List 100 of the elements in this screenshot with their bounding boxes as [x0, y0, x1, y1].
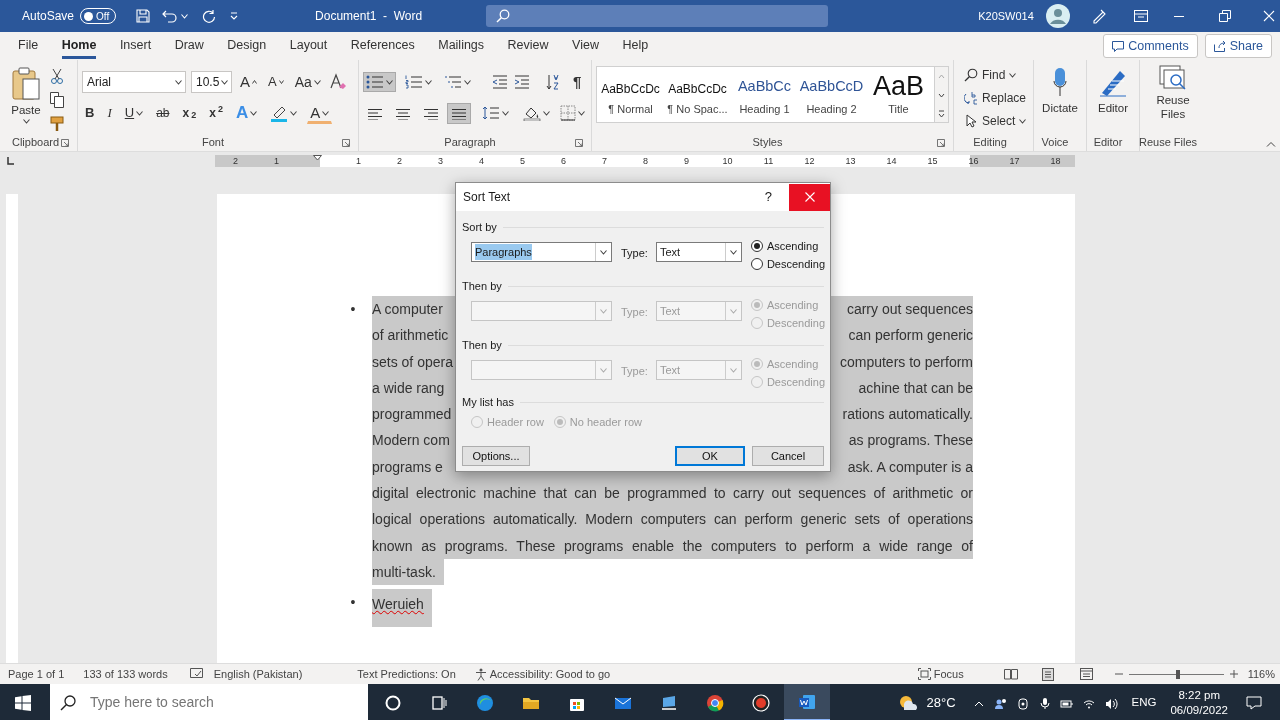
dialog-button[interactable]: OK — [675, 446, 745, 466]
alignment-button[interactable] — [447, 102, 471, 124]
taskbar-search-bar[interactable]: Type here to search — [50, 684, 368, 720]
caret-icon[interactable] — [464, 79, 471, 85]
dialog-launcher-icon[interactable] — [575, 139, 583, 147]
underline-button[interactable]: U — [121, 102, 147, 124]
help-button[interactable]: ? — [764, 187, 772, 207]
read-mode-icon[interactable] — [1003, 668, 1018, 680]
menu-tab[interactable]: Review — [507, 33, 549, 59]
text-predictions-status[interactable]: Text Predictions: On — [357, 665, 456, 683]
font-color-button[interactable]: A — [307, 102, 333, 124]
clock[interactable]: 8:22 pm 06/09/2022 — [1170, 687, 1228, 718]
shrink-font-button[interactable]: A — [265, 71, 287, 93]
caret-icon[interactable] — [729, 249, 737, 255]
cortana-icon[interactable] — [384, 693, 402, 712]
sort-key-dropdown[interactable]: Paragraphs — [471, 242, 612, 262]
input-language[interactable]: ENG — [1131, 693, 1157, 712]
style-option[interactable]: AaBbCc Heading 1 — [731, 67, 798, 122]
undo-icon[interactable] — [162, 9, 179, 23]
dialog-button[interactable]: Cancel — [752, 446, 824, 466]
caret-icon[interactable] — [250, 110, 258, 116]
caret-icon[interactable] — [175, 79, 182, 85]
accessibility-status[interactable]: Accessibility: Good to go — [489, 665, 611, 683]
caret-icon[interactable] — [290, 110, 298, 116]
dialog-launcher-icon[interactable] — [342, 139, 350, 147]
grow-font-button[interactable]: A — [237, 71, 260, 93]
clear-formatting-icon[interactable] — [328, 73, 347, 91]
notifications-icon[interactable] — [1246, 694, 1262, 711]
caret-icon[interactable] — [22, 119, 30, 124]
radio-label[interactable]: Ascending — [766, 237, 819, 255]
menu-tab[interactable]: Design — [227, 33, 267, 59]
decrease-indent-icon[interactable] — [492, 75, 508, 89]
caret-icon[interactable] — [578, 110, 585, 116]
borders-button[interactable] — [557, 102, 588, 124]
subscript-button[interactable]: x$_{2}$ — [179, 102, 200, 124]
cut-icon[interactable] — [50, 68, 64, 84]
monitor-icon[interactable] — [660, 693, 678, 712]
caret-icon[interactable] — [600, 249, 607, 255]
caret-icon[interactable] — [1009, 72, 1017, 78]
record-icon[interactable] — [752, 693, 770, 712]
caret-icon[interactable] — [313, 79, 321, 85]
bullets-button[interactable] — [363, 72, 396, 92]
zoom-level[interactable]: 116% — [1247, 665, 1275, 683]
menu-tab[interactable]: Mailings — [438, 33, 485, 59]
reuse-files-button[interactable]: Reuse Files — [1148, 62, 1198, 134]
close-button[interactable] — [789, 183, 830, 211]
redo-icon[interactable] — [202, 9, 217, 23]
focus-icon[interactable] — [917, 668, 931, 680]
strikethrough-button[interactable]: ab — [153, 102, 173, 124]
caret-icon[interactable] — [221, 79, 228, 85]
italic-button[interactable]: I — [104, 102, 115, 124]
style-option[interactable]: AaB Title — [865, 67, 932, 122]
weather-icon[interactable] — [898, 693, 919, 712]
radio-label[interactable]: Descending — [766, 255, 825, 273]
temperature[interactable]: 28°C — [926, 692, 956, 713]
chrome-icon[interactable] — [706, 693, 724, 712]
menu-tab[interactable]: Insert — [119, 33, 152, 59]
close-icon[interactable] — [1262, 10, 1275, 22]
menu-tab[interactable]: Layout — [289, 33, 328, 59]
web-layout-icon[interactable] — [1079, 668, 1093, 680]
language-status[interactable]: English (Pakistan) — [213, 665, 303, 683]
zoom-slider-thumb[interactable] — [1176, 669, 1181, 679]
paste-button[interactable]: Paste — [8, 66, 44, 134]
word-app-icon[interactable] — [798, 692, 816, 711]
change-case-button[interactable]: Aa — [291, 71, 324, 93]
save-icon[interactable] — [136, 9, 151, 23]
word-count[interactable]: 133 of 133 words — [83, 665, 168, 683]
bold-button[interactable]: B — [82, 102, 98, 124]
avatar-icon[interactable] — [1045, 4, 1070, 28]
focus-button[interactable]: Focus — [933, 665, 964, 683]
task-view-icon[interactable] — [430, 693, 448, 712]
superscript-button[interactable]: x$^{2}$ — [206, 102, 226, 124]
radio-button[interactable] — [750, 258, 763, 270]
customize-icon[interactable] — [230, 12, 239, 20]
page-count[interactable]: Page 1 of 1 — [8, 665, 65, 683]
menu-tab[interactable]: View — [572, 33, 599, 59]
windows-logo-icon[interactable] — [15, 694, 31, 711]
menu-tab[interactable]: Draw — [174, 33, 204, 59]
select-button[interactable]: Select — [961, 110, 1029, 132]
increase-indent-icon[interactable] — [514, 75, 530, 89]
ribbon-display-icon[interactable] — [1133, 10, 1148, 22]
camera-icon[interactable] — [1015, 695, 1030, 710]
caret-icon[interactable] — [322, 110, 330, 116]
dictate-button[interactable]: Dictate — [1039, 64, 1081, 134]
find-button[interactable]: Find — [961, 64, 1029, 86]
menu-tab[interactable]: File — [18, 33, 39, 59]
menu-tab[interactable]: Help — [622, 33, 649, 59]
print-layout-icon[interactable] — [1041, 667, 1054, 681]
caret-icon[interactable] — [425, 79, 432, 85]
caret-icon[interactable] — [543, 110, 550, 116]
dialog-button[interactable]: Options... — [462, 446, 530, 466]
pen-icon[interactable] — [1090, 8, 1107, 24]
comments-button[interactable]: Comments — [1103, 34, 1198, 58]
editor-button[interactable]: Editor — [1094, 64, 1131, 134]
show-marks-button[interactable]: ¶ — [570, 71, 585, 93]
radio-button[interactable] — [750, 240, 763, 252]
replace-button[interactable]: Replace — [961, 87, 1029, 109]
dialog-launcher-icon[interactable] — [937, 139, 945, 147]
tab-selector-icon[interactable] — [6, 155, 16, 166]
accessibility-icon[interactable] — [474, 667, 487, 681]
